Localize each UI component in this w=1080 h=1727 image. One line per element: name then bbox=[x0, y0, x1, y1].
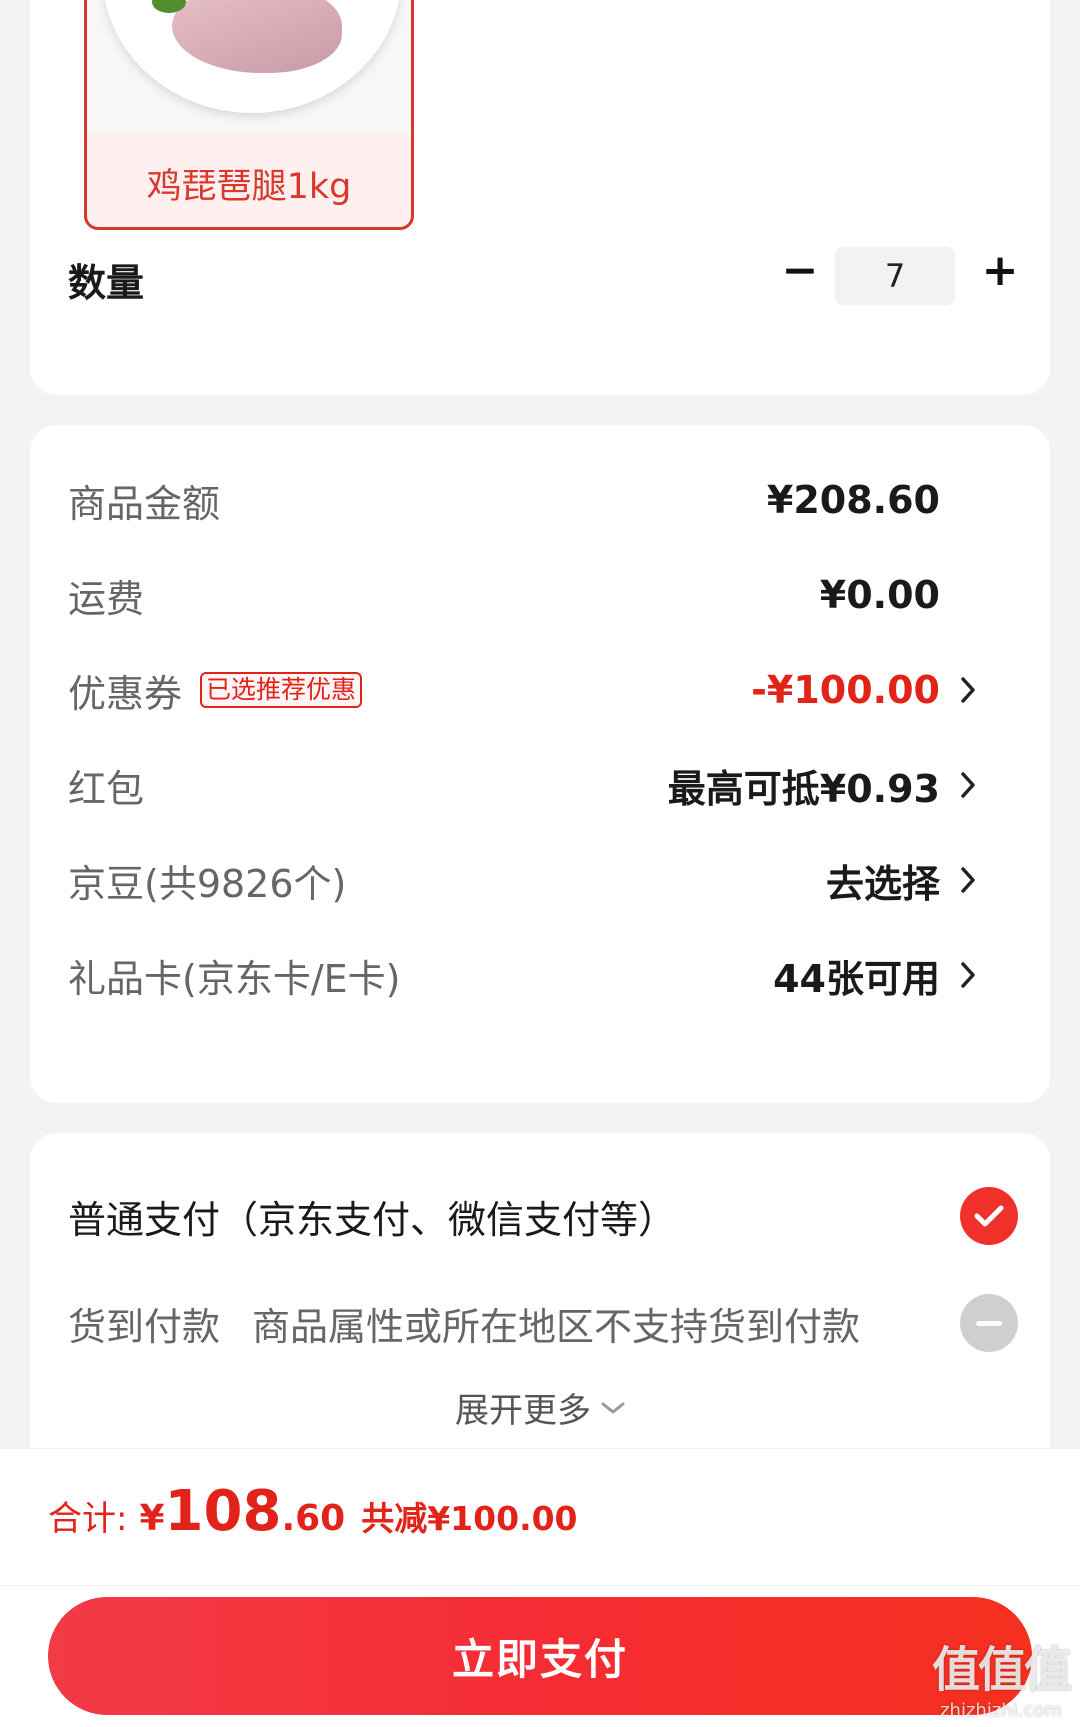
total-label: 合计: bbox=[48, 1499, 128, 1539]
payment-cod-note: 商品属性或所在地区不支持货到付款 bbox=[252, 1304, 861, 1349]
jingdou-value: 去选择 bbox=[825, 861, 940, 906]
giftcard-row[interactable]: 礼品卡(京东卡/E卡) 44张可用 bbox=[68, 940, 1016, 1010]
payment-option-normal[interactable]: 普通支付（京东支付、微信支付等） bbox=[68, 1181, 1018, 1251]
jingdou-row[interactable]: 京豆(共9826个) 去选择 bbox=[68, 845, 1016, 915]
total-integer: 108 bbox=[164, 1479, 282, 1544]
goods-amount-value: ¥208.60 bbox=[766, 478, 940, 522]
quantity-input[interactable]: 7 bbox=[835, 247, 955, 305]
disabled-icon bbox=[960, 1294, 1018, 1352]
variant-option-selected[interactable]: 鸡琵琶腿1kg bbox=[84, 0, 414, 230]
check-icon[interactable] bbox=[960, 1187, 1018, 1245]
total-saving: 共减¥100.00 bbox=[361, 1499, 578, 1538]
coupon-recommended-badge: 已选推荐优惠 bbox=[200, 672, 363, 708]
payment-normal-label: 普通支付（京东支付、微信支付等） bbox=[68, 1197, 677, 1242]
total-decimal: .60 bbox=[281, 1498, 346, 1539]
divider bbox=[0, 1585, 1080, 1586]
chevron-down-icon bbox=[601, 1401, 625, 1415]
variant-label: 鸡琵琶腿1kg bbox=[146, 166, 352, 207]
order-total: 合计: ¥ 108 .60 共减¥100.00 bbox=[48, 1479, 578, 1559]
payment-method-card: 普通支付（京东支付、微信支付等） 货到付款 商品属性或所在地区不支持货到付款 展… bbox=[30, 1133, 1050, 1463]
payment-option-cod: 货到付款 商品属性或所在地区不支持货到付款 bbox=[68, 1288, 1018, 1358]
expand-more-label: 展开更多 bbox=[455, 1391, 591, 1431]
shipping-row: 运费 ¥0.00 bbox=[68, 560, 1016, 630]
quantity-decrease-button[interactable]: − bbox=[777, 248, 823, 294]
coupon-value: -¥100.00 bbox=[751, 668, 940, 712]
coupon-label: 优惠券 bbox=[68, 671, 183, 716]
chevron-right-icon bbox=[956, 940, 980, 1010]
total-currency: ¥ bbox=[139, 1498, 165, 1539]
redpacket-row[interactable]: 红包 最高可抵¥0.93 bbox=[68, 750, 1016, 820]
product-card: 鸡琵琶腿1kg 数量 − 7 + bbox=[30, 0, 1050, 395]
chevron-right-icon bbox=[956, 845, 980, 915]
coupon-row[interactable]: 优惠券 已选推荐优惠 -¥100.00 bbox=[68, 655, 1016, 725]
chevron-right-icon bbox=[956, 655, 980, 725]
payment-cod-label: 货到付款 bbox=[68, 1304, 221, 1349]
redpacket-label: 红包 bbox=[68, 766, 145, 811]
giftcard-value: 44张可用 bbox=[773, 956, 940, 1001]
goods-amount-label: 商品金额 bbox=[68, 481, 221, 526]
checkout-bottom-bar: 合计: ¥ 108 .60 共减¥100.00 立即支付 值值值 zhizhiz… bbox=[0, 1448, 1080, 1727]
checkout-page: 鸡琵琶腿1kg 数量 − 7 + 商品金额 ¥208.60 运费 ¥0.00 优… bbox=[0, 0, 1080, 1727]
goods-amount-row: 商品金额 ¥208.60 bbox=[68, 465, 1016, 535]
order-summary-card: 商品金额 ¥208.60 运费 ¥0.00 优惠券 已选推荐优惠 -¥100.0… bbox=[30, 425, 1050, 1103]
redpacket-value: 最高可抵¥0.93 bbox=[667, 766, 940, 811]
quantity-increase-button[interactable]: + bbox=[977, 248, 1023, 294]
expand-more-button[interactable]: 展开更多 bbox=[30, 1383, 1050, 1432]
product-image bbox=[87, 0, 411, 133]
shipping-label: 运费 bbox=[68, 576, 145, 621]
jingdou-label: 京豆(共9826个) bbox=[68, 861, 347, 906]
shipping-value: ¥0.00 bbox=[819, 573, 940, 617]
pay-now-button[interactable]: 立即支付 bbox=[48, 1597, 1032, 1715]
chevron-right-icon bbox=[956, 750, 980, 820]
giftcard-label: 礼品卡(京东卡/E卡) bbox=[68, 956, 401, 1001]
quantity-label: 数量 bbox=[68, 261, 145, 305]
